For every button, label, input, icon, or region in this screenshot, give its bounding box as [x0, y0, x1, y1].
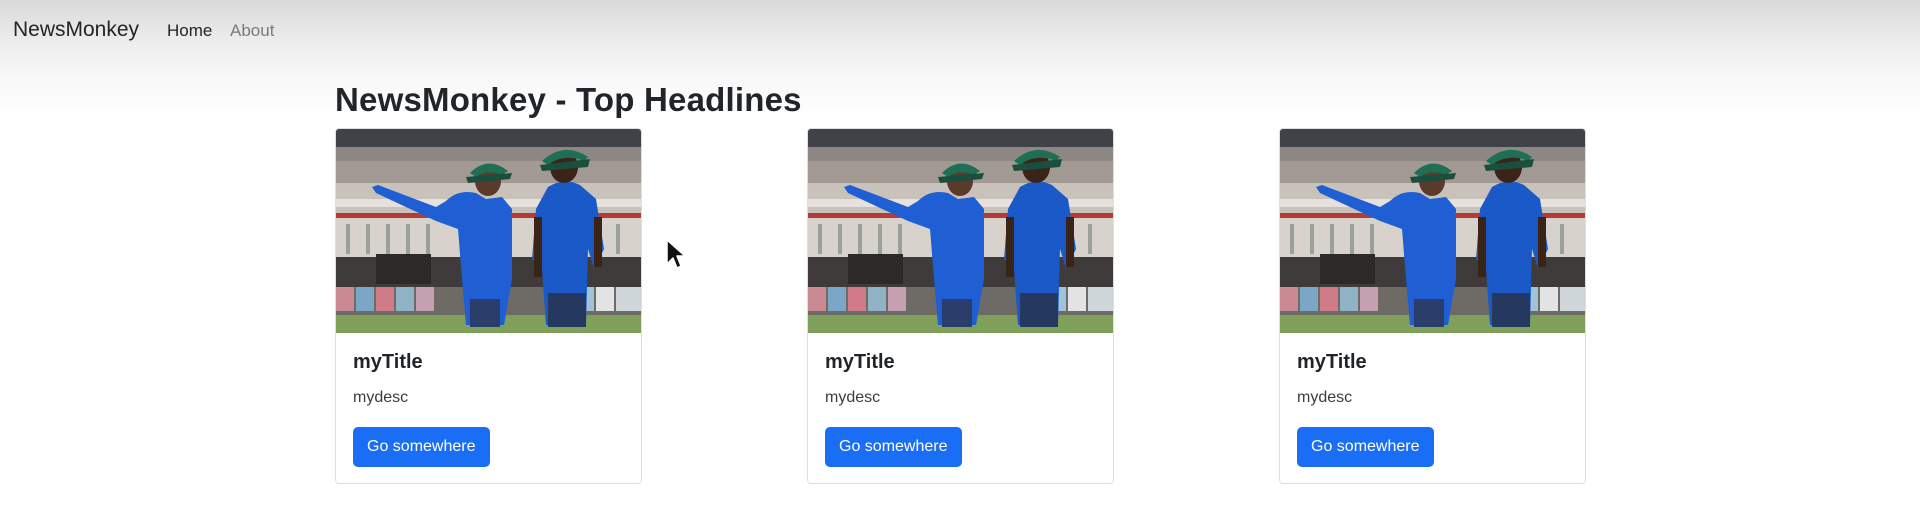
card-title: myTitle	[1297, 351, 1367, 373]
card-description: mydesc	[1297, 389, 1353, 406]
card-description: mydesc	[353, 389, 409, 406]
news-card: myTitle mydesc Go somewhere	[335, 128, 642, 484]
go-somewhere-button[interactable]: Go somewhere	[353, 427, 490, 467]
nav-link-about[interactable]: About	[230, 21, 274, 41]
page-heading: NewsMonkey - Top Headlines	[335, 81, 802, 118]
go-somewhere-button[interactable]: Go somewhere	[825, 427, 962, 467]
nav-link-home[interactable]: Home	[167, 21, 212, 41]
go-somewhere-button[interactable]: Go somewhere	[1297, 427, 1434, 467]
card-title: myTitle	[353, 351, 423, 373]
card-image	[336, 129, 641, 333]
news-card: myTitle mydesc Go somewhere	[807, 128, 1114, 484]
card-image	[1280, 129, 1585, 333]
card-description: mydesc	[825, 389, 881, 406]
card-image	[808, 129, 1113, 333]
news-card: myTitle mydesc Go somewhere	[1279, 128, 1586, 484]
page: NewsMonkey Home About NewsMonkey - Top H…	[0, 0, 1920, 523]
mouse-pointer-icon	[666, 239, 686, 269]
navbar: NewsMonkey Home About	[0, 0, 1920, 62]
card-title: myTitle	[825, 351, 895, 373]
brand-link[interactable]: NewsMonkey	[13, 18, 139, 42]
